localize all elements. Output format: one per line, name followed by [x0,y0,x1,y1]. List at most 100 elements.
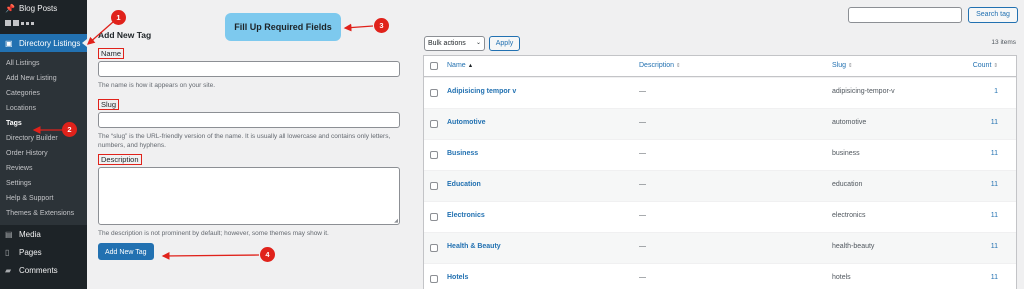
tag-description: — [639,88,646,95]
search-tag-input[interactable] [848,7,962,23]
pages-icon: ▯ [5,247,10,257]
tag-name-link[interactable]: Health & Beauty [447,243,501,250]
slug-help-text: The “slug” is the URL-friendly version o… [98,132,391,150]
tag-slug: education [832,181,863,188]
tag-count-link[interactable]: 11 [991,243,998,250]
sidebar-item-media[interactable]: ▤ Media [0,225,87,243]
row-checkbox[interactable] [430,89,438,97]
slug-input[interactable] [98,111,400,128]
submenu-settings[interactable]: Settings [0,176,87,191]
table-row: Education — education 11 [424,170,1016,201]
search-tag-button[interactable]: Search tag [968,7,1018,23]
tag-name-link[interactable]: Electronics [447,212,485,219]
admin-sidebar: 📌 Blog Posts ▣ Directory Listings All Li… [0,0,87,289]
name-input[interactable] [98,61,400,77]
table-row: Automotive — automotive 11 [424,108,1016,139]
sidebar-item-blog-posts[interactable]: 📌 Blog Posts [0,0,87,16]
sort-arrows-icon: ⇕ [676,63,681,69]
tag-name-link[interactable]: Business [447,150,478,157]
description-help-text: The description is not prominent by defa… [98,229,329,237]
submenu-help-support[interactable]: Help & Support [0,191,87,206]
apply-button[interactable]: Apply [489,36,520,51]
submenu-locations[interactable]: Locations [0,101,87,116]
table-row: Electronics — electronics 11 [424,201,1016,232]
tag-name-link[interactable]: Adipisicing tempor v [447,88,516,95]
tag-count-link[interactable]: 11 [991,212,998,219]
tag-slug: automotive [832,119,867,126]
description-label: Description [98,153,142,165]
slug-label: Slug [98,98,120,110]
tag-description: — [639,119,646,126]
tag-slug: health-beauty [832,243,875,250]
sidebar-item-comments[interactable]: ▰ Comments [0,261,87,279]
arrow-3 [343,23,374,32]
column-header-description[interactable]: Description ⇕ [639,62,681,69]
sidebar-item-label: Media [19,229,41,239]
select-all-checkbox[interactable] [430,62,438,70]
row-checkbox[interactable] [430,151,438,159]
annotation-marker-3: 3 [374,18,389,33]
tag-count-link[interactable]: 11 [991,150,998,157]
sidebar-item-pages[interactable]: ▯ Pages [0,243,87,261]
media-icon: ▤ [5,229,13,239]
submenu-themes-extensions[interactable]: Themes & Extensions [0,206,87,221]
directory-icon: ▣ [5,38,13,48]
name-label: Name [98,48,125,59]
tag-description: — [639,212,646,219]
tag-name-link[interactable]: Hotels [447,274,468,281]
items-count: 13 items [991,39,1016,46]
sidebar-item-label: Blog Posts [19,3,58,13]
table-row: Business — business 11 [424,139,1016,170]
submenu-all-listings[interactable]: All Listings [0,56,87,71]
annotation-marker-1: 1 [111,10,126,25]
column-header-slug[interactable]: Slug ⇕ [832,62,853,69]
annotation-callout: Fill Up Required Fields [225,13,341,41]
bulk-actions-label: Bulk actions [428,40,466,47]
sidebar-item-directory-listings[interactable]: ▣ Directory Listings [0,34,87,52]
add-new-tag-form: Add New Tag Name The name is how it appe… [98,30,403,260]
row-checkbox[interactable] [430,275,438,283]
pushpin-icon: 📌 [5,3,15,13]
column-header-count[interactable]: Count ⇕ [973,62,998,69]
sidebar-item-label: Comments [19,265,58,275]
tag-slug: hotels [832,274,851,281]
tag-count-link[interactable]: 11 [991,274,998,281]
annotation-marker-4: 4 [260,247,275,262]
tag-count-link[interactable]: 11 [991,119,998,126]
column-header-name[interactable]: Name ▲ [447,62,473,69]
tag-slug: adipisicing-tempor-v [832,88,895,95]
table-row: Adipisicing tempor v — adipisicing-tempo… [424,77,1016,108]
description-textarea[interactable] [98,166,400,225]
row-checkbox[interactable] [430,244,438,252]
submenu-add-new-listing[interactable]: Add New Listing [0,71,87,86]
add-new-tag-button[interactable]: Add New Tag [98,243,154,260]
tag-description: — [639,181,646,188]
chevron-down-icon: ⌄ [475,40,481,46]
tag-description: — [639,150,646,157]
table-header: Name ▲ Description ⇕ Slug ⇕ Count ⇕ [424,56,1016,77]
sort-arrows-icon: ⇕ [993,63,998,69]
row-checkbox[interactable] [430,120,438,128]
row-checkbox[interactable] [430,213,438,221]
sidebar-submenu: All Listings Add New Listing Categories … [0,52,87,225]
table-row: Health & Beauty — health-beauty 11 [424,232,1016,263]
tag-description: — [639,274,646,281]
name-help-text: The name is how it appears on your site. [98,82,216,89]
comment-icon: ▰ [5,265,12,275]
tag-count-link[interactable]: 11 [991,181,998,188]
submenu-categories[interactable]: Categories [0,86,87,101]
submenu-reviews[interactable]: Reviews [0,161,87,176]
sidebar-item-label: Directory Listings [19,38,81,48]
tag-count-link[interactable]: 1 [994,88,998,95]
tag-name-link[interactable]: Education [447,181,481,188]
table-row: Hotels — hotels 11 [424,263,1016,289]
tag-name-link[interactable]: Automotive [447,119,486,126]
row-checkbox[interactable] [430,182,438,190]
sidebar-blocks-icon[interactable] [0,16,87,30]
submenu-order-history[interactable]: Order History [0,146,87,161]
sort-arrows-icon: ⇕ [848,63,853,69]
tag-slug: electronics [832,212,866,219]
tags-table: Name ▲ Description ⇕ Slug ⇕ Count ⇕ Adipisic… [423,55,1017,289]
bulk-actions-select[interactable]: Bulk actions ⌄ [424,36,485,51]
tag-description: — [639,243,646,250]
